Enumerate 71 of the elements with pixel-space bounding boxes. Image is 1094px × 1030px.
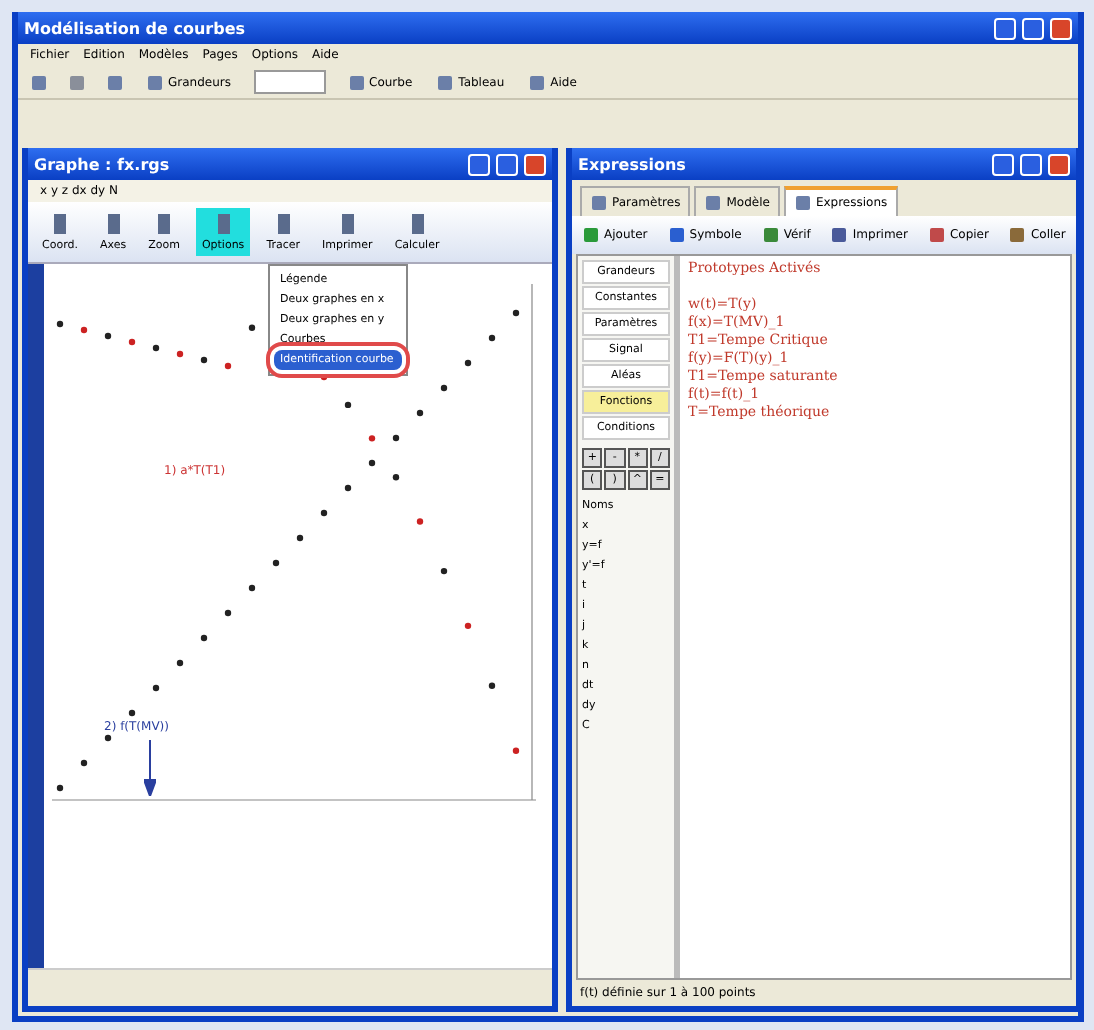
tool-icon <box>273 212 294 236</box>
data-point <box>440 567 448 575</box>
data-point <box>464 359 472 367</box>
data-point <box>104 734 112 742</box>
data-point <box>80 326 88 334</box>
data-point <box>344 401 352 409</box>
tool-icon <box>213 212 234 236</box>
data-point <box>296 534 304 542</box>
data-point <box>152 684 160 692</box>
data-point <box>224 362 232 370</box>
tool-icon <box>154 212 175 236</box>
input-field[interactable] <box>253 70 325 94</box>
tool-icon <box>667 226 686 244</box>
data-point <box>80 759 88 767</box>
tool-icon <box>103 212 124 236</box>
tool-icon <box>337 212 358 236</box>
tool-icon <box>528 73 547 91</box>
maximize-button[interactable] <box>1019 153 1042 175</box>
tool-icon <box>436 73 455 91</box>
data-point <box>368 435 376 442</box>
data-point <box>224 609 232 617</box>
tool-icon <box>927 226 946 244</box>
data-point <box>392 474 400 481</box>
data-point <box>128 709 136 717</box>
data-point <box>56 320 64 328</box>
tab-icon <box>793 194 812 212</box>
tool-icon <box>49 212 70 236</box>
arrow-icon <box>144 740 156 796</box>
data-point <box>392 434 400 442</box>
data-point <box>200 634 208 642</box>
tool-icon <box>146 73 164 91</box>
maximize-button[interactable] <box>1022 17 1044 39</box>
tool-icon <box>407 212 428 236</box>
tool-icon <box>1008 226 1027 244</box>
data-point <box>512 309 520 317</box>
close-button[interactable] <box>524 153 546 175</box>
close-button[interactable] <box>1047 153 1070 175</box>
tool-icon <box>761 226 780 244</box>
window-title: Expressions <box>578 155 688 173</box>
tool-icon <box>582 226 600 244</box>
data-point <box>416 518 424 525</box>
data-point <box>128 338 136 346</box>
minimize-button[interactable] <box>994 17 1016 39</box>
data-point <box>104 332 112 340</box>
minimize-button[interactable] <box>991 153 1014 175</box>
data-point <box>512 747 520 754</box>
tab-icon <box>704 193 723 211</box>
window-title: Modélisation de courbes <box>24 19 248 37</box>
data-point <box>152 344 160 352</box>
window-title: Graphe : fx.rgs <box>34 155 172 173</box>
close-button[interactable] <box>1050 17 1072 39</box>
data-point <box>56 784 64 792</box>
maximize-button[interactable] <box>496 153 518 175</box>
data-point <box>320 509 328 517</box>
data-point <box>368 459 376 467</box>
data-point <box>200 356 208 364</box>
data-point <box>176 659 184 667</box>
tool-icon <box>830 226 849 244</box>
data-point <box>344 484 352 492</box>
tool-icon <box>347 73 365 91</box>
minimize-button[interactable] <box>468 153 490 175</box>
data-point <box>272 559 280 567</box>
data-point <box>248 324 256 331</box>
data-point <box>488 682 496 689</box>
tab-icon <box>590 193 608 211</box>
data-point <box>440 384 448 392</box>
data-point <box>464 622 472 630</box>
data-point <box>416 409 424 417</box>
data-point <box>248 584 256 592</box>
data-point <box>176 350 184 358</box>
data-point <box>488 334 496 342</box>
